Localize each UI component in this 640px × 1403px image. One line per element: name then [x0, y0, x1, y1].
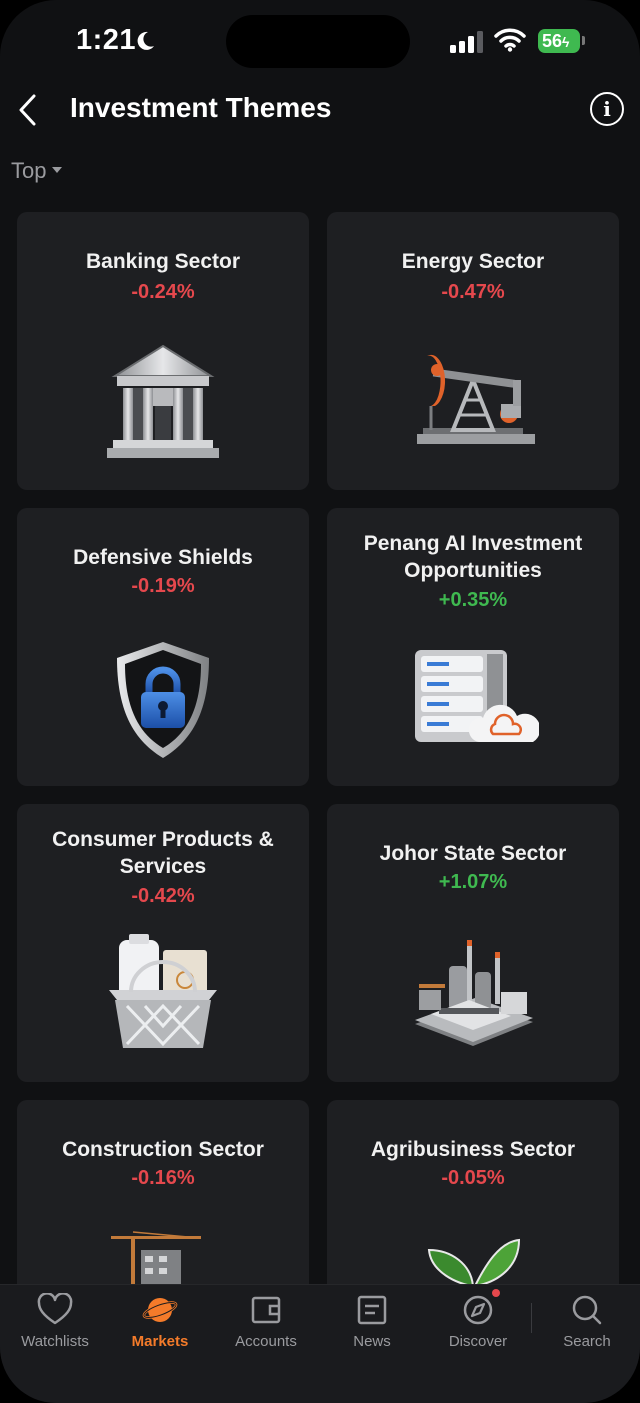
screen: 1:21 56ϟ Investment Themes i Top Banking… [0, 0, 640, 1403]
theme-name: Consumer Products & Services [52, 828, 274, 878]
theme-change: +1.07% [438, 871, 508, 893]
battery-tip [582, 36, 585, 45]
tab-discover[interactable]: Discover [425, 1293, 531, 1350]
dynamic-island [226, 15, 410, 68]
plant-sprout-icon [427, 1238, 521, 1286]
tab-news[interactable]: News [319, 1293, 425, 1350]
tab-search[interactable]: Search [534, 1293, 640, 1350]
tab-accounts[interactable]: Accounts [213, 1293, 319, 1350]
caret-down-icon [52, 167, 63, 174]
tab-label: Search [563, 1333, 611, 1350]
tab-watchlists[interactable]: Watchlists [2, 1293, 108, 1350]
compass-icon [463, 1295, 493, 1325]
bank-building-icon [107, 344, 219, 458]
theme-change: -0.47% [441, 281, 505, 303]
theme-name: Johor State Sector [379, 842, 567, 865]
tab-label: News [353, 1333, 391, 1350]
wifi-icon [494, 28, 526, 52]
info-icon: i [603, 97, 611, 121]
theme-card[interactable]: Energy Sector -0.47% [327, 212, 619, 490]
cellular-signal-icon [450, 31, 483, 53]
tab-divider [531, 1303, 532, 1333]
info-button[interactable]: i [590, 92, 624, 126]
bottom-tab-bar: Watchlists Markets Accounts News Discove… [0, 1284, 640, 1403]
notification-dot [492, 1289, 500, 1297]
oil-pump-jack-icon [417, 354, 535, 444]
crane-building-icon [111, 1231, 201, 1288]
theme-name: Penang AI Investment Opportunities [363, 532, 583, 582]
tab-label: Discover [448, 1333, 508, 1350]
tab-label: Watchlists [21, 1333, 89, 1350]
theme-name: Agribusiness Sector [370, 1138, 576, 1161]
theme-change: -0.16% [131, 1167, 195, 1189]
theme-name: Energy Sector [401, 250, 545, 273]
theme-card[interactable]: Banking Sector -0.24% [17, 212, 309, 490]
moon-icon [137, 31, 154, 50]
tab-label: Markets [131, 1333, 189, 1350]
wallet-icon [251, 1296, 281, 1324]
theme-card[interactable]: Defensive Shields -0.19% [17, 508, 309, 786]
planet-icon [142, 1298, 178, 1322]
theme-card[interactable]: Consumer Products & Services -0.42% [17, 804, 309, 1082]
shopping-basket-icon [109, 934, 217, 1048]
back-button[interactable] [8, 90, 48, 130]
newspaper-icon [357, 1295, 387, 1325]
battery-indicator: 56ϟ [538, 29, 580, 53]
server-cloud-icon [415, 650, 539, 742]
theme-name: Construction Sector [62, 1138, 264, 1161]
theme-change: -0.24% [131, 281, 195, 303]
theme-name: Defensive Shields [73, 546, 253, 569]
battery-level: 56 [542, 31, 563, 51]
factory-icon [415, 940, 533, 1046]
theme-change: -0.05% [441, 1167, 505, 1189]
shield-lock-icon [117, 642, 209, 758]
tab-markets[interactable]: Markets [107, 1293, 213, 1350]
sort-label: Top [11, 158, 47, 183]
theme-name: Banking Sector [85, 250, 241, 273]
page-title: Investment Themes [70, 92, 332, 123]
theme-change: -0.19% [131, 575, 195, 597]
heart-icon [37, 1293, 73, 1325]
theme-card[interactable]: Johor State Sector +1.07% [327, 804, 619, 1082]
search-icon [572, 1295, 602, 1325]
status-bar: 1:21 56ϟ [0, 0, 640, 80]
tab-label: Accounts [235, 1333, 297, 1350]
sort-dropdown[interactable]: Top [11, 158, 63, 184]
theme-card[interactable]: Penang AI Investment Opportunities +0.35… [327, 508, 619, 786]
status-time: 1:21 [76, 24, 137, 56]
theme-change: -0.42% [131, 885, 195, 907]
theme-change: +0.35% [438, 589, 508, 611]
